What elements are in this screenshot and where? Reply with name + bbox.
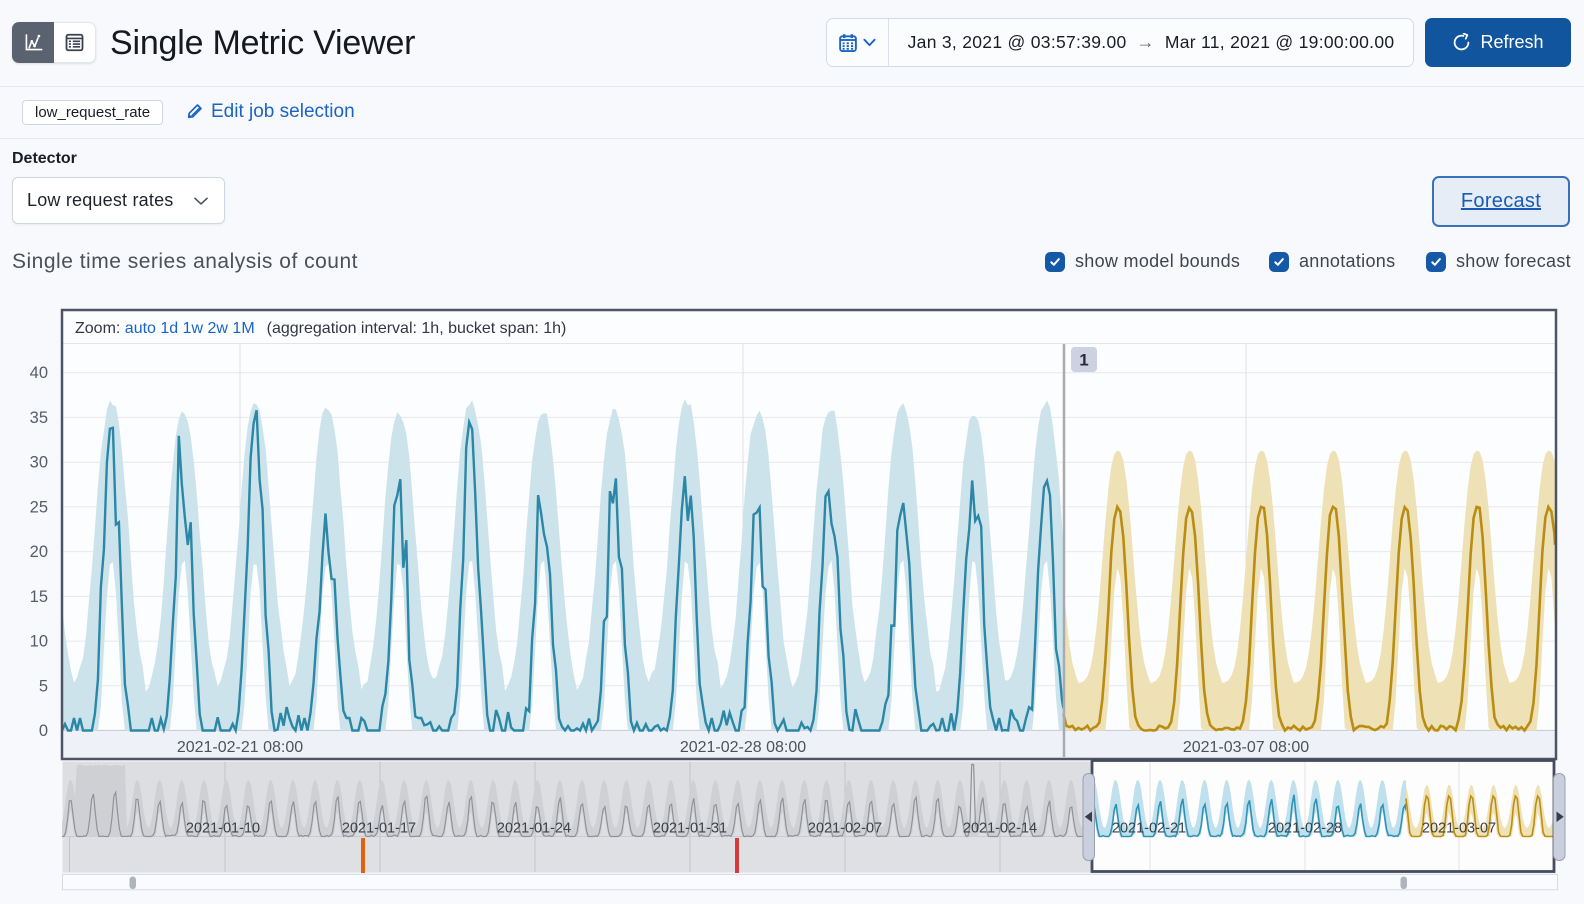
svg-text:Zoom: auto 1d 1w 2w 1M(aggrega: Zoom: auto 1d 1w 2w 1M (aggregation inter… xyxy=(75,320,566,337)
svg-text:2021-02-28: 2021-02-28 xyxy=(1268,821,1342,837)
svg-text:0: 0 xyxy=(39,722,48,740)
svg-text:2021-01-10: 2021-01-10 xyxy=(186,821,260,837)
svg-text:2021-02-07: 2021-02-07 xyxy=(808,821,882,837)
svg-text:2021-02-14: 2021-02-14 xyxy=(963,821,1037,837)
svg-text:2021-01-17: 2021-01-17 xyxy=(342,821,416,837)
svg-text:15: 15 xyxy=(30,588,48,606)
svg-text:25: 25 xyxy=(30,498,48,516)
svg-text:5: 5 xyxy=(39,677,48,695)
svg-text:30: 30 xyxy=(30,454,48,472)
svg-text:2021-02-21 08:00: 2021-02-21 08:00 xyxy=(177,739,303,756)
svg-text:2021-02-21: 2021-02-21 xyxy=(1112,821,1186,837)
svg-text:1: 1 xyxy=(1079,351,1088,370)
svg-text:2021-02-28 08:00: 2021-02-28 08:00 xyxy=(680,739,806,756)
svg-text:20: 20 xyxy=(30,543,48,561)
svg-text:10: 10 xyxy=(30,633,48,651)
svg-text:35: 35 xyxy=(30,409,48,427)
svg-text:2021-03-07: 2021-03-07 xyxy=(1422,821,1496,837)
svg-text:40: 40 xyxy=(30,364,48,382)
svg-text:2021-03-07 08:00: 2021-03-07 08:00 xyxy=(1183,739,1309,756)
svg-text:2021-01-31: 2021-01-31 xyxy=(653,821,727,837)
svg-text:2021-01-24: 2021-01-24 xyxy=(497,821,571,837)
